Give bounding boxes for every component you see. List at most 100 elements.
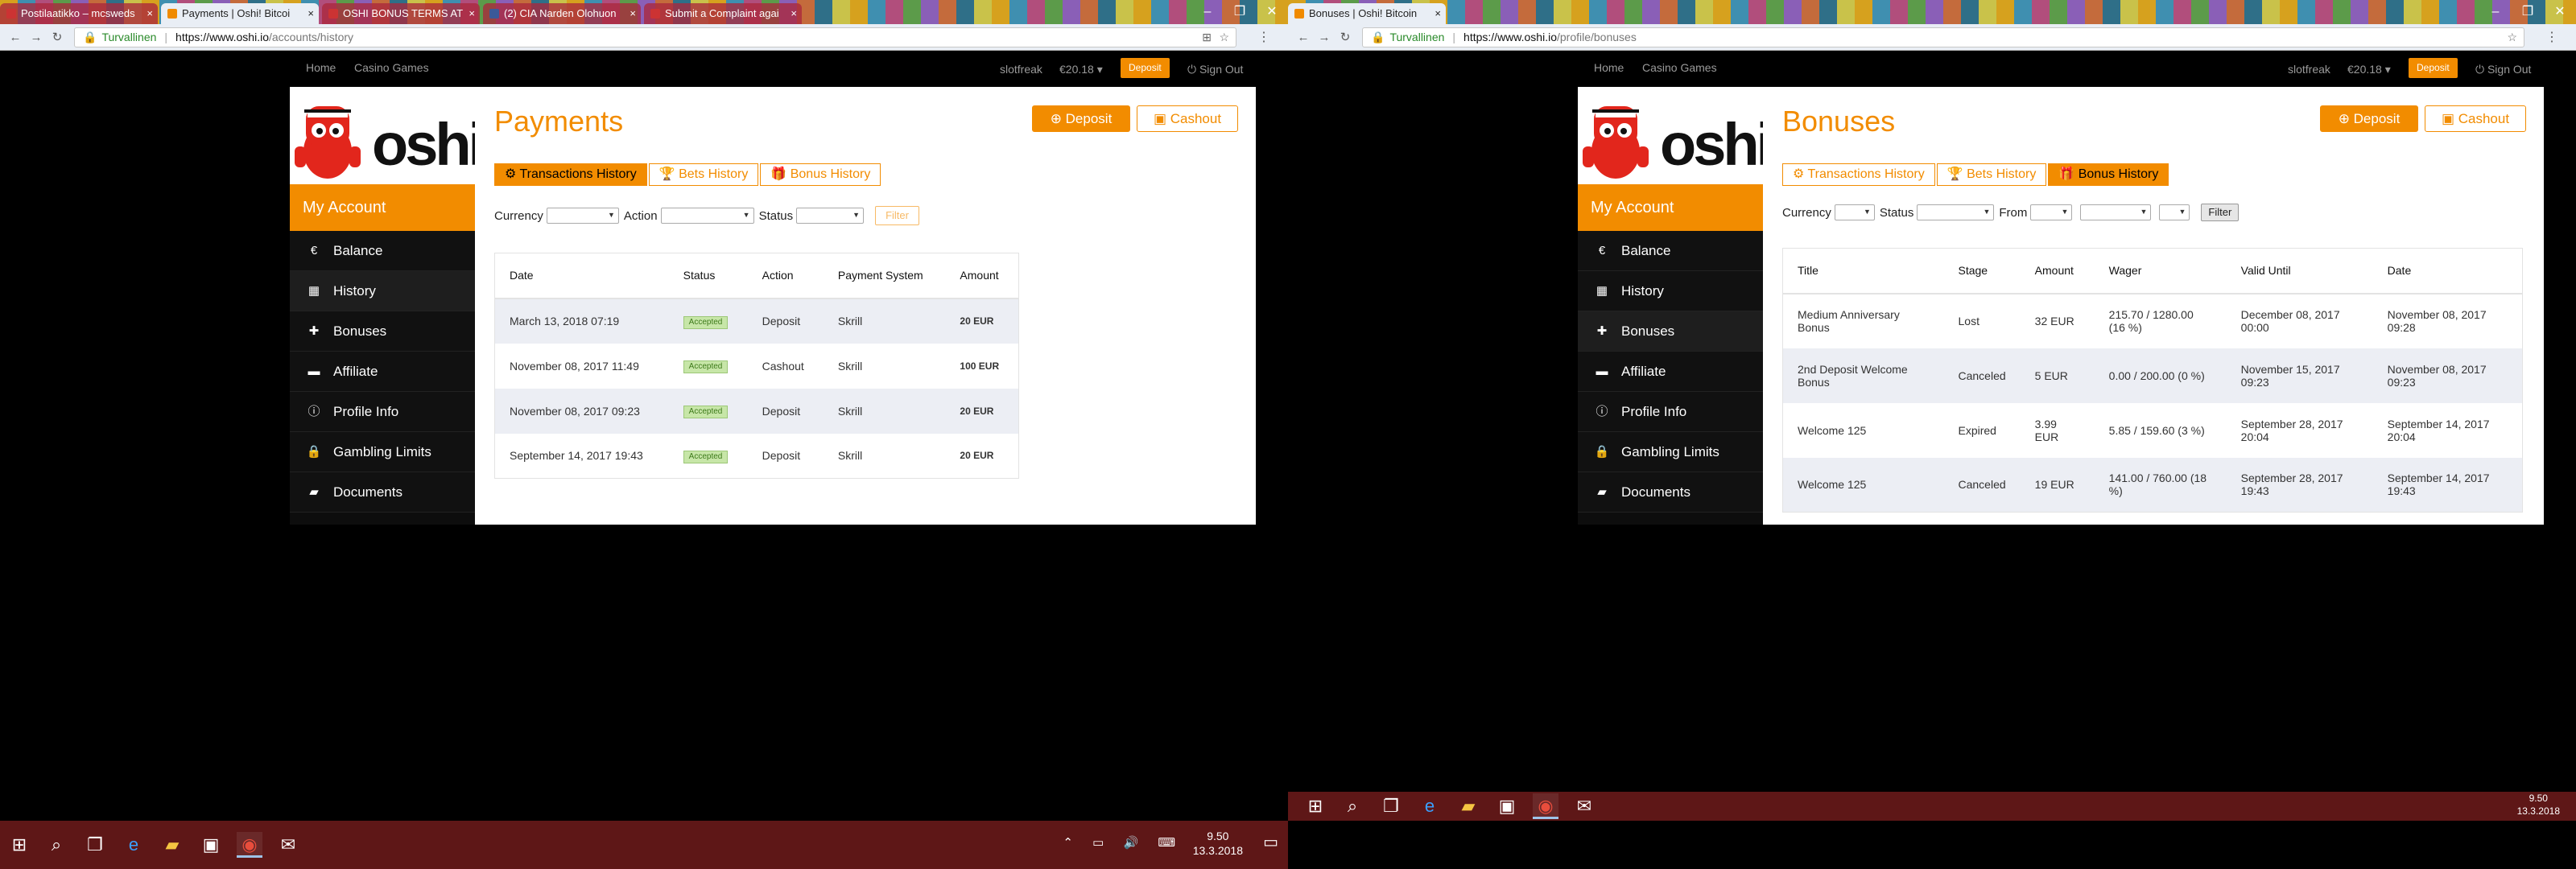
translate-icon[interactable]: ⊞ (1202, 28, 1212, 47)
tab-bonus-history[interactable]: 🎁 Bonus History (2048, 163, 2169, 186)
url-input[interactable]: 🔒 Turvallinen | https://www.oshi.io/profile… (1362, 27, 2524, 47)
deposit-button[interactable]: ⊕ Deposit (2320, 105, 2418, 132)
reload-icon[interactable]: ↻ (47, 29, 68, 47)
filter-button[interactable]: Filter (2201, 204, 2240, 221)
sidebar-item-documents[interactable]: ▰ Documents (1578, 472, 1763, 513)
sidebar-item-balance[interactable]: € Balance (290, 231, 475, 271)
close-icon[interactable]: × (469, 3, 475, 24)
balance-dropdown[interactable]: €20.18 ▾ (2347, 63, 2391, 76)
currency-select[interactable] (1834, 204, 1875, 220)
back-icon[interactable]: ← (5, 29, 26, 47)
cashout-button[interactable]: ▣ Cashout (1137, 105, 1238, 132)
column-header[interactable]: Valid Until (2226, 248, 2373, 294)
sidebar-item-documents[interactable]: ▰ Documents (290, 472, 475, 513)
browser-tab[interactable]: (2) CIA Narden Olohuon × (483, 3, 641, 24)
close-icon[interactable]: × (308, 3, 314, 24)
tab-bets-history[interactable]: 🏆 Bets History (1936, 163, 2047, 186)
tab-bonus-history[interactable]: 🎁 Bonus History (760, 163, 881, 186)
sidebar-item-bonuses[interactable]: ✚ Bonuses (1578, 311, 1763, 352)
status-select[interactable] (1917, 204, 1995, 220)
sidebar-item-balance[interactable]: € Balance (1578, 231, 1763, 271)
username[interactable]: slotfreak (2288, 63, 2330, 76)
minimize-icon[interactable]: – (1191, 0, 1224, 24)
sidebar-item-gambling-limits[interactable]: 🔒 Gambling Limits (290, 432, 475, 472)
nav-home-link[interactable]: Home (306, 61, 336, 74)
oshi-logo[interactable]: oshi (1578, 87, 1773, 184)
close-icon[interactable]: × (791, 3, 797, 24)
sign-out-link[interactable]: ⏻ Sign Out (2475, 63, 2531, 76)
minimize-icon[interactable]: – (2479, 0, 2512, 24)
close-window-icon[interactable]: ✕ (1256, 0, 1288, 24)
mail-icon[interactable]: ✉ (275, 832, 301, 858)
browser-tab[interactable]: Submit a Complaint agai × (644, 3, 802, 24)
task-view-icon[interactable]: ❐ (82, 832, 108, 858)
store-icon[interactable]: ▣ (1494, 793, 1520, 819)
column-header[interactable]: Amount (2020, 248, 2095, 294)
balance-dropdown[interactable]: €20.18 ▾ (1059, 63, 1103, 76)
task-view-icon[interactable]: ❐ (1378, 793, 1404, 819)
cashout-button[interactable]: ▣ Cashout (2425, 105, 2526, 132)
column-header[interactable]: Stage (1943, 248, 2021, 294)
action-select[interactable] (660, 208, 754, 224)
forward-icon[interactable]: → (26, 29, 47, 47)
column-header[interactable]: Amount (945, 253, 1019, 299)
clock[interactable]: 9.50 13.3.2018 (2517, 792, 2560, 818)
deposit-button[interactable]: ⊕ Deposit (1032, 105, 1130, 132)
browser-menu-icon[interactable]: ⋮ (2539, 29, 2565, 47)
file-explorer-icon[interactable]: ▰ (159, 832, 185, 858)
clock[interactable]: 9.50 13.3.2018 (1193, 829, 1243, 858)
status-select[interactable] (796, 208, 865, 224)
search-icon[interactable]: ⌕ (1340, 793, 1365, 819)
sidebar-item-profile-info[interactable]: ⓘ Profile Info (1578, 392, 1763, 432)
sidebar-item-affiliate[interactable]: ▬ Affiliate (290, 352, 475, 392)
bookmark-star-icon[interactable]: ☆ (1219, 28, 1229, 47)
nav-casino-games-link[interactable]: Casino Games (354, 61, 429, 74)
sidebar-item-history[interactable]: ▦ History (290, 271, 475, 311)
windows-start-icon[interactable]: ⊞ (1302, 793, 1328, 819)
chrome-icon[interactable]: ◉ (1533, 793, 1558, 819)
edge-icon[interactable]: e (121, 832, 147, 858)
maximize-icon[interactable]: ❐ (2512, 0, 2544, 24)
from-day-select[interactable] (2030, 204, 2073, 220)
sidebar-item-history[interactable]: ▦ History (1578, 271, 1763, 311)
forward-icon[interactable]: → (1314, 29, 1335, 47)
notifications-icon[interactable]: ▭ (1263, 832, 1278, 852)
sidebar-item-affiliate[interactable]: ▬ Affiliate (1578, 352, 1763, 392)
from-year-select[interactable] (2159, 204, 2190, 220)
browser-menu-icon[interactable]: ⋮ (1251, 29, 1277, 47)
search-icon[interactable]: ⌕ (43, 832, 69, 858)
sidebar-item-profile-info[interactable]: ⓘ Profile Info (290, 392, 475, 432)
top-deposit-button[interactable]: Deposit (1121, 58, 1170, 78)
oshi-logo[interactable]: oshi (290, 87, 485, 184)
browser-tab-active[interactable]: Bonuses | Oshi! Bitcoin × (1288, 3, 1446, 24)
from-month-select[interactable] (2080, 204, 2152, 220)
store-icon[interactable]: ▣ (198, 832, 224, 858)
sidebar-item-bonuses[interactable]: ✚ Bonuses (290, 311, 475, 352)
bookmark-star-icon[interactable]: ☆ (2507, 28, 2517, 47)
column-header[interactable]: Status (668, 253, 748, 299)
close-icon[interactable]: × (1435, 3, 1441, 24)
nav-casino-games-link[interactable]: Casino Games (1642, 61, 1717, 74)
close-icon[interactable]: × (147, 3, 153, 24)
column-header[interactable]: Date (494, 253, 669, 299)
reload-icon[interactable]: ↻ (1335, 29, 1356, 47)
column-header[interactable]: Date (2372, 248, 2523, 294)
mail-icon[interactable]: ✉ (1571, 793, 1597, 819)
close-window-icon[interactable]: ✕ (2544, 0, 2576, 24)
url-input[interactable]: 🔒 Turvallinen | https://www.oshi.io/account… (74, 27, 1236, 47)
filter-button[interactable]: Filter (875, 206, 919, 225)
column-header[interactable]: Wager (2094, 248, 2227, 294)
back-icon[interactable]: ← (1293, 29, 1314, 47)
windows-start-icon[interactable]: ⊞ (6, 832, 32, 858)
tab-bets-history[interactable]: 🏆 Bets History (648, 163, 759, 186)
browser-tab-active[interactable]: Payments | Oshi! Bitcoi × (161, 3, 319, 24)
file-explorer-icon[interactable]: ▰ (1455, 793, 1481, 819)
system-tray-icons[interactable]: ⌃ ▭ 🔊 ⌨ (1063, 835, 1183, 850)
column-header[interactable]: Payment System (823, 253, 946, 299)
top-deposit-button[interactable]: Deposit (2409, 58, 2458, 78)
tab-transactions-history[interactable]: ⚙ Transactions History (1782, 163, 1935, 186)
browser-tab[interactable]: Postilaatikko – mcsweds × (0, 3, 158, 24)
sidebar-item-gambling-limits[interactable]: 🔒 Gambling Limits (1578, 432, 1763, 472)
currency-select[interactable] (546, 208, 619, 224)
column-header[interactable]: Action (747, 253, 824, 299)
